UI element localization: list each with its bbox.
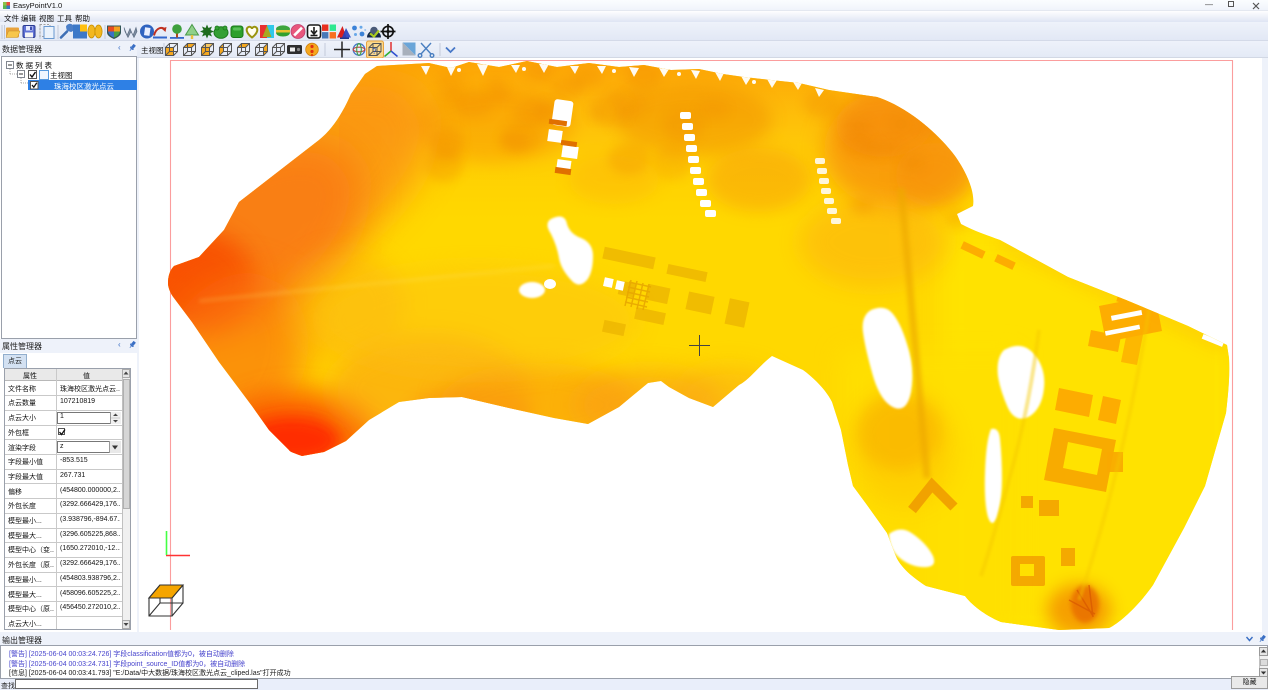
svg-text:?: ? xyxy=(372,47,377,56)
